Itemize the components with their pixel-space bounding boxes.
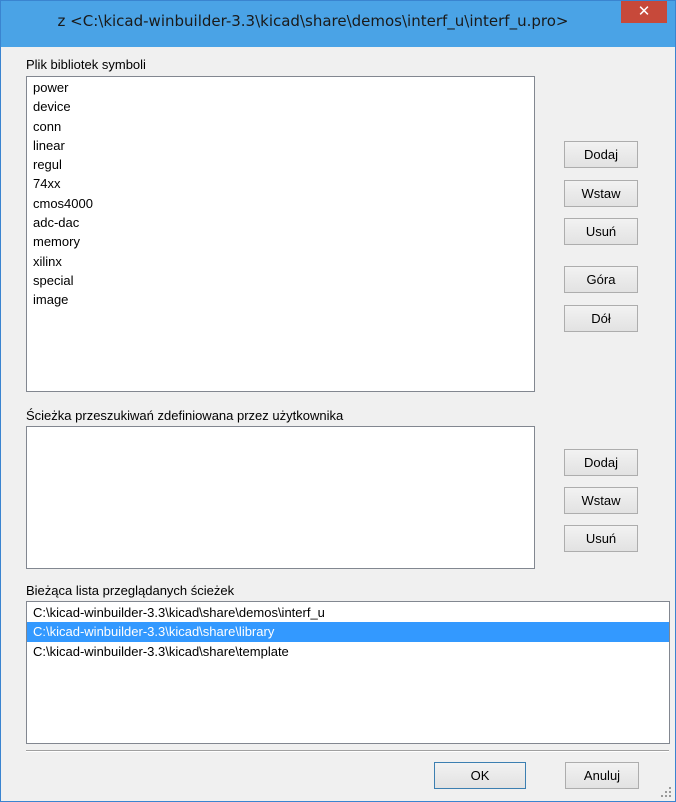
user-paths-remove-button[interactable]: Usuń bbox=[564, 525, 638, 552]
resize-grip-icon[interactable] bbox=[660, 786, 672, 798]
close-icon: ✕ bbox=[637, 2, 651, 20]
list-item[interactable]: 74xx bbox=[27, 174, 534, 193]
list-item[interactable]: power bbox=[27, 78, 534, 97]
symbol-libraries-label: Plik bibliotek symboli bbox=[26, 57, 146, 72]
list-item-selected[interactable]: C:\kicad-winbuilder-3.3\kicad\share\libr… bbox=[27, 622, 669, 642]
symbols-remove-button[interactable]: Usuń bbox=[564, 218, 638, 245]
symbols-add-button[interactable]: Dodaj bbox=[564, 141, 638, 168]
user-paths-insert-button[interactable]: Wstaw bbox=[564, 487, 638, 514]
list-item[interactable]: special bbox=[27, 271, 534, 290]
symbols-insert-button[interactable]: Wstaw bbox=[564, 180, 638, 207]
current-paths-list[interactable]: C:\kicad-winbuilder-3.3\kicad\share\demo… bbox=[26, 601, 670, 744]
list-item[interactable]: regul bbox=[27, 155, 534, 174]
list-item[interactable]: adc-dac bbox=[27, 213, 534, 232]
list-item[interactable]: linear bbox=[27, 136, 534, 155]
list-item[interactable]: xilinx bbox=[27, 252, 534, 271]
list-item[interactable]: C:\kicad-winbuilder-3.3\kicad\share\temp… bbox=[27, 642, 669, 661]
dialog-window: z <C:\kicad-winbuilder-3.3\kicad\share\d… bbox=[0, 0, 676, 802]
list-item[interactable]: image bbox=[27, 290, 534, 309]
user-paths-label: Ścieżka przeszukiwań zdefiniowana przez … bbox=[26, 408, 344, 423]
user-paths-add-button[interactable]: Dodaj bbox=[564, 449, 638, 476]
symbols-up-button[interactable]: Góra bbox=[564, 266, 638, 293]
cancel-button[interactable]: Anuluj bbox=[565, 762, 639, 789]
footer-separator bbox=[26, 750, 669, 752]
symbol-libraries-list[interactable]: power device conn linear regul 74xx cmos… bbox=[26, 76, 535, 392]
list-item[interactable]: device bbox=[27, 97, 534, 116]
window-title: z <C:\kicad-winbuilder-3.3\kicad\share\d… bbox=[57, 12, 569, 30]
user-paths-list[interactable] bbox=[26, 426, 535, 569]
close-button[interactable]: ✕ bbox=[621, 1, 667, 23]
list-item[interactable]: conn bbox=[27, 117, 534, 136]
list-item[interactable]: C:\kicad-winbuilder-3.3\kicad\share\demo… bbox=[27, 603, 669, 622]
list-item[interactable]: memory bbox=[27, 232, 534, 251]
symbols-down-button[interactable]: Dół bbox=[564, 305, 638, 332]
ok-button[interactable]: OK bbox=[434, 762, 526, 789]
current-paths-label: Bieżąca lista przeglądanych ścieżek bbox=[26, 583, 235, 598]
list-item[interactable]: cmos4000 bbox=[27, 194, 534, 213]
title-bar[interactable]: z <C:\kicad-winbuilder-3.3\kicad\share\d… bbox=[1, 1, 675, 47]
